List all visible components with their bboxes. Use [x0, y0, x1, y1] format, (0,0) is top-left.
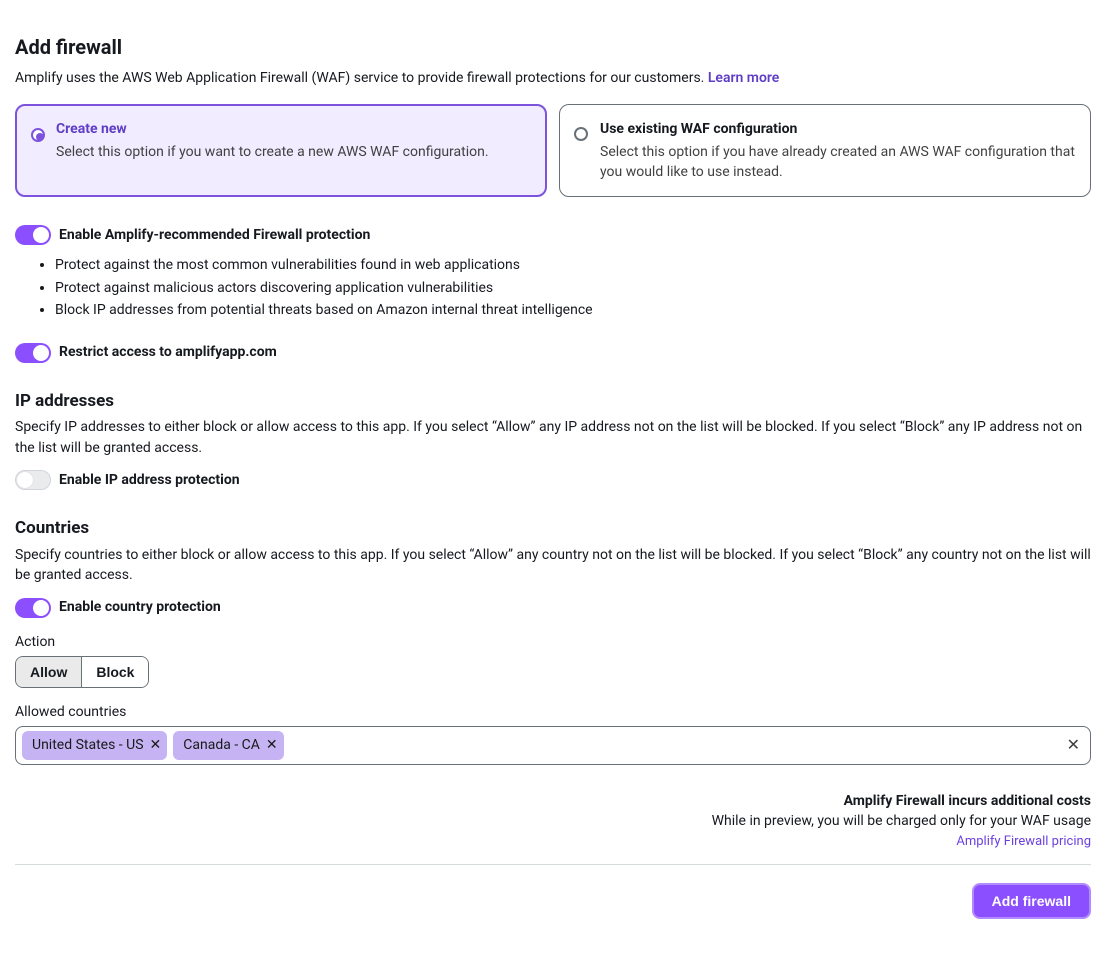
page-title: Add firewall — [15, 33, 1091, 62]
toggle-recommended[interactable] — [15, 225, 51, 245]
tile-create-title: Create new — [56, 119, 532, 139]
section-countries-title: Countries — [15, 516, 1091, 541]
tile-create-new[interactable]: Create new Select this option if you wan… — [15, 104, 547, 197]
toggle-ip-label: Enable IP address protection — [59, 470, 240, 490]
toggle-countries[interactable] — [15, 598, 51, 618]
intro-body: Amplify uses the AWS Web Application Fir… — [15, 70, 708, 86]
radio-icon — [31, 128, 45, 142]
action-block-button[interactable]: Block — [81, 657, 148, 687]
action-segmented: Allow Block — [15, 656, 149, 688]
tile-existing-title: Use existing WAF configuration — [600, 119, 1076, 139]
clear-all-icon[interactable]: ✕ — [1067, 737, 1080, 753]
toggle-restrict[interactable] — [15, 343, 51, 363]
costs-title: Amplify Firewall incurs additional costs — [15, 791, 1091, 811]
config-choice: Create new Select this option if you wan… — [15, 104, 1091, 197]
list-item: Block IP addresses from potential threat… — [55, 300, 1091, 320]
country-token: Canada - CA ✕ — [173, 731, 283, 759]
list-item: Protect against the most common vulnerab… — [55, 255, 1091, 275]
intro-text: Amplify uses the AWS Web Application Fir… — [15, 68, 1091, 88]
separator — [15, 864, 1091, 865]
add-firewall-button[interactable]: Add firewall — [972, 883, 1091, 919]
radio-icon — [574, 127, 588, 141]
tile-use-existing[interactable]: Use existing WAF configuration Select th… — [559, 104, 1091, 197]
costs-subtitle: While in preview, you will be charged on… — [15, 811, 1091, 831]
action-label: Action — [15, 632, 1091, 652]
close-icon[interactable]: ✕ — [150, 738, 162, 752]
token-label: Canada - CA — [183, 735, 260, 755]
country-token: United States - US ✕ — [22, 731, 167, 759]
section-ip-desc: Specify IP addresses to either block or … — [15, 417, 1091, 458]
toggle-ip[interactable] — [15, 470, 51, 490]
toggle-countries-label: Enable country protection — [59, 597, 221, 617]
section-countries-desc: Specify countries to either block or all… — [15, 545, 1091, 586]
allowed-countries-input[interactable]: United States - US ✕ Canada - CA ✕ ✕ — [15, 726, 1091, 764]
toggle-recommended-label: Enable Amplify-recommended Firewall prot… — [59, 225, 370, 245]
costs-block: Amplify Firewall incurs additional costs… — [15, 791, 1091, 852]
toggle-restrict-label: Restrict access to amplifyapp.com — [59, 342, 277, 362]
close-icon[interactable]: ✕ — [266, 738, 278, 752]
tile-create-desc: Select this option if you want to create… — [56, 142, 532, 162]
pricing-link[interactable]: Amplify Firewall pricing — [956, 834, 1091, 849]
tile-existing-desc: Select this option if you have already c… — [600, 142, 1076, 183]
action-allow-button[interactable]: Allow — [16, 657, 81, 687]
allowed-countries-label: Allowed countries — [15, 702, 1091, 722]
list-item: Protect against malicious actors discove… — [55, 278, 1091, 298]
section-ip-title: IP addresses — [15, 389, 1091, 414]
recommended-bullets: Protect against the most common vulnerab… — [55, 255, 1091, 320]
learn-more-link[interactable]: Learn more — [708, 70, 779, 86]
token-label: United States - US — [32, 735, 144, 755]
